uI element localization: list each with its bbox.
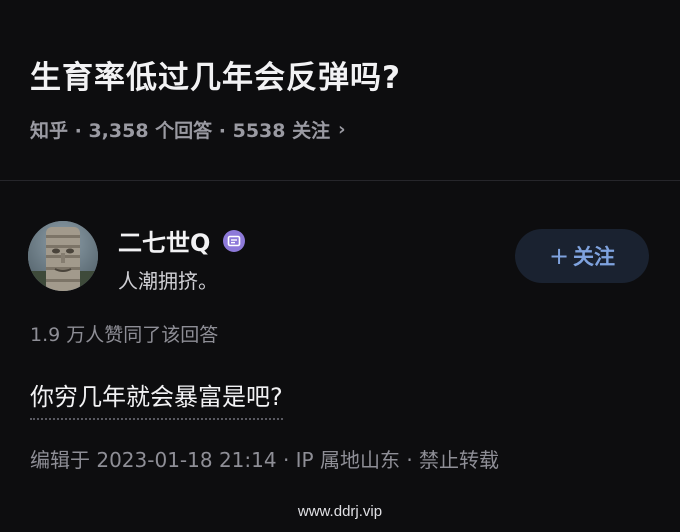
plus-icon: + bbox=[548, 242, 570, 270]
answer-card: 二七世Q 人潮拥挤。 + 关注 1.9 万人赞同了该回答 你穷几年就会暴富是吧?… bbox=[0, 181, 680, 532]
author-name-row: 二七世Q bbox=[118, 223, 246, 258]
question-title[interactable]: 生育率低过几年会反弹吗? bbox=[30, 52, 401, 97]
follow-button[interactable]: + 关注 bbox=[515, 229, 649, 283]
vote-count[interactable]: 1.9 万人赞同了该回答 bbox=[30, 320, 218, 347]
author-name[interactable]: 二七世Q bbox=[118, 223, 210, 258]
question-meta[interactable]: 知乎 · 3,358 个回答 · 5538 关注 › bbox=[30, 116, 346, 143]
avatar[interactable] bbox=[28, 221, 98, 291]
question-header: 生育率低过几年会反弹吗? 知乎 · 3,358 个回答 · 5538 关注 › bbox=[0, 0, 680, 180]
chevron-right-icon: › bbox=[338, 119, 346, 140]
author-bio: 人潮拥挤。 bbox=[118, 269, 218, 293]
question-stats: 知乎 · 3,358 个回答 · 5538 关注 bbox=[30, 120, 331, 142]
stone-face-avatar-image bbox=[28, 221, 98, 291]
watermark: www.ddrj.vip bbox=[297, 503, 383, 520]
answer-content[interactable]: 你穷几年就会暴富是吧? bbox=[30, 377, 283, 420]
follow-label: 关注 bbox=[573, 245, 616, 269]
edit-info: 编辑于 2023-01-18 21:14 · IP 属地山东 · 禁止转载 bbox=[30, 448, 500, 472]
verified-badge-icon bbox=[222, 229, 246, 253]
